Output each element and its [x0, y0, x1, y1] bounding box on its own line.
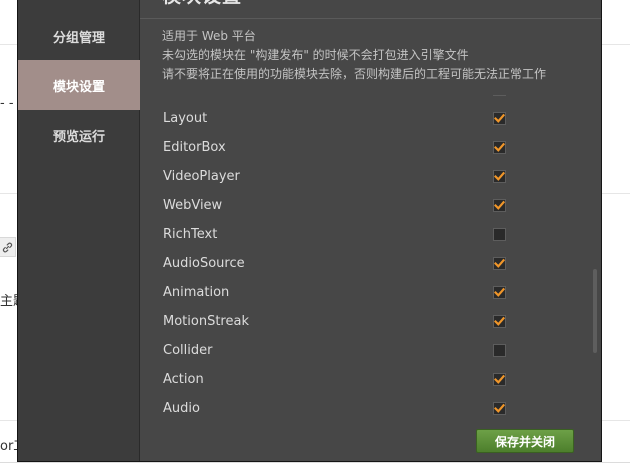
bg-divider-top — [0, 44, 17, 45]
settings-sidebar: 分组管理 模块设置 预览运行 — [18, 0, 140, 461]
bg-divider-bottom — [0, 420, 17, 421]
settings-content: 模块设置 适用于 Web 平台 未勾选的模块在 "构建发布" 的时候不会打包进入… — [140, 0, 601, 461]
module-row: Audio — [140, 394, 601, 421]
module-checkbox[interactable] — [493, 228, 506, 241]
platform-info: 适用于 Web 平台 未勾选的模块在 "构建发布" 的时候不会打包进入引擎文件 … — [162, 27, 546, 84]
module-checkbox[interactable] — [493, 344, 506, 357]
bg-divider-top-right — [602, 44, 630, 45]
module-row: AudioSource — [140, 249, 601, 278]
checkmark-icon — [494, 287, 505, 297]
module-checkbox[interactable] — [493, 373, 506, 386]
module-checkbox[interactable] — [493, 257, 506, 270]
bg-divider-mid-right — [602, 193, 630, 194]
bg-divider-mid — [0, 193, 17, 194]
module-name: Animation — [163, 285, 230, 300]
save-button-label: 保存并关闭 — [494, 434, 555, 449]
save-and-close-button[interactable]: 保存并关闭 — [476, 429, 574, 453]
module-name: MotionStreak — [163, 314, 249, 329]
checkmark-icon — [494, 142, 505, 152]
scrollbar-track[interactable] — [593, 95, 597, 415]
module-row: Animation — [140, 278, 601, 307]
module-settings-dialog: 分组管理 模块设置 预览运行 模块设置 适用于 Web 平台 未勾选的模块在 "… — [17, 0, 602, 462]
checkmark-icon — [494, 316, 505, 326]
sidebar-item-label: 预览运行 — [52, 129, 105, 145]
module-checkbox[interactable] — [493, 199, 506, 212]
sidebar-item-group-management[interactable]: 分组管理 — [18, 11, 140, 61]
module-list-inner: Slider Layout EditorBox VideoPlayer WebView R… — [140, 95, 601, 421]
module-name: VideoPlayer — [163, 169, 240, 184]
sidebar-item-module-settings[interactable]: 模块设置 — [18, 60, 140, 110]
module-checkbox[interactable] — [493, 141, 506, 154]
checkmark-icon — [494, 171, 505, 181]
module-name: Layout — [163, 111, 208, 126]
module-checkbox[interactable] — [493, 286, 506, 299]
info-warning: 请不要将正在使用的功能模块去除，否则构建后的工程可能无法正常工作 — [162, 67, 547, 81]
module-checkbox[interactable] — [493, 112, 506, 125]
module-row: Collider — [140, 336, 601, 365]
module-name: Slider — [163, 95, 200, 97]
module-row: RichText — [140, 220, 601, 249]
checkmark-icon — [494, 374, 505, 384]
module-checkbox[interactable] — [493, 95, 506, 96]
bg-divider-foot — [0, 462, 630, 463]
module-name: RichText — [163, 227, 218, 242]
bg-divider-bottom-right — [602, 420, 630, 421]
module-checkbox[interactable] — [493, 402, 506, 415]
module-name: Action — [163, 372, 204, 387]
module-list[interactable]: Slider Layout EditorBox VideoPlayer WebView R… — [140, 95, 601, 421]
scrollbar-thumb[interactable] — [593, 269, 597, 353]
checkmark-icon — [494, 258, 505, 268]
module-name: Collider — [163, 343, 213, 358]
module-checkbox[interactable] — [493, 170, 506, 183]
checkmark-icon — [494, 113, 505, 123]
module-name: WebView — [163, 198, 223, 213]
checkmark-icon — [494, 403, 505, 413]
sidebar-item-preview-run[interactable]: 预览运行 — [18, 110, 140, 160]
bg-dash-text: - - — [0, 96, 14, 111]
info-platform: 适用于 Web 平台 — [162, 29, 256, 43]
page-title: 模块设置 — [162, 0, 242, 8]
module-row: Layout — [140, 104, 601, 133]
title-divider — [140, 18, 601, 19]
module-row: MotionStreak — [140, 307, 601, 336]
module-row: WebView — [140, 191, 601, 220]
module-row: VideoPlayer — [140, 162, 601, 191]
sidebar-item-label: 模块设置 — [52, 79, 105, 95]
checkmark-icon — [494, 200, 505, 210]
info-build-note: 未勾选的模块在 "构建发布" 的时候不会打包进入引擎文件 — [162, 48, 469, 62]
module-row: EditorBox — [140, 133, 601, 162]
module-checkbox[interactable] — [493, 315, 506, 328]
module-row: Slider — [140, 95, 601, 104]
link-icon[interactable] — [0, 237, 16, 257]
module-name: Audio — [163, 401, 200, 416]
sidebar-item-label: 分组管理 — [52, 30, 105, 46]
module-name: EditorBox — [163, 140, 226, 155]
module-row: Action — [140, 365, 601, 394]
module-name: AudioSource — [163, 256, 245, 271]
